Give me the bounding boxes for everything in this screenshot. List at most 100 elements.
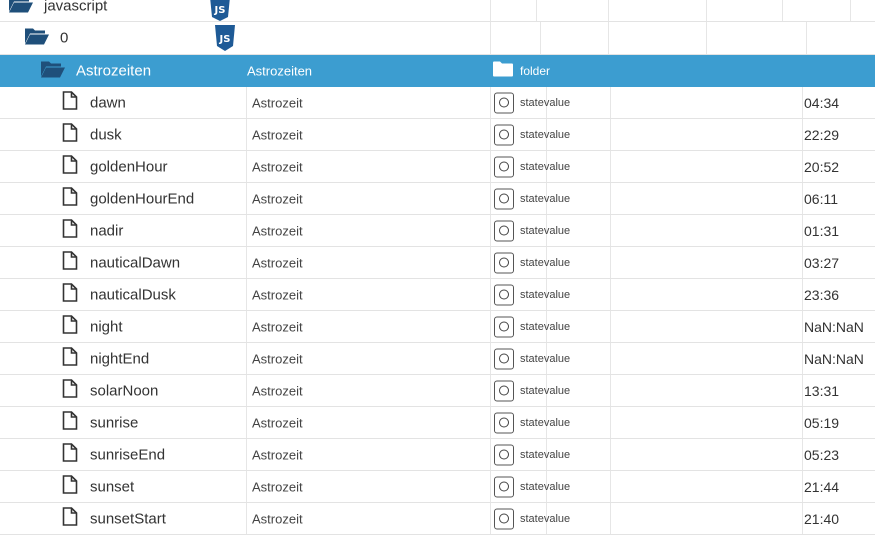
file-icon	[62, 410, 78, 435]
state-id: nightEnd	[90, 350, 150, 367]
state-id: dawn	[90, 94, 126, 111]
state-icon	[494, 156, 514, 177]
state-icon	[494, 124, 514, 145]
state-icon	[494, 220, 514, 241]
state-id: nauticalDusk	[90, 286, 176, 303]
file-icon	[62, 250, 78, 275]
file-icon	[62, 122, 78, 147]
state-name: Astrozeit	[252, 255, 303, 270]
folder-open-icon[interactable]	[8, 0, 34, 19]
state-row-sunsetStart[interactable]: sunsetStart Astrozeit statevalue 21:40	[0, 503, 875, 535]
state-role: statevalue	[520, 512, 571, 525]
file-icon	[62, 442, 78, 467]
state-value[interactable]: 13:31	[804, 383, 839, 399]
state-row-sunriseEnd[interactable]: sunriseEnd Astrozeit statevalue 05:23	[0, 439, 875, 471]
state-role: statevalue	[520, 320, 571, 333]
state-role: statevalue	[520, 192, 571, 205]
state-role: statevalue	[520, 128, 571, 141]
file-icon	[62, 474, 78, 499]
state-id: dusk	[90, 126, 122, 143]
state-value[interactable]: 05:23	[804, 447, 839, 463]
state-row-nauticalDawn[interactable]: nauticalDawn Astrozeit statevalue 03:27	[0, 247, 875, 279]
state-id: sunset	[90, 478, 135, 495]
state-name: Astrozeit	[252, 319, 303, 334]
state-icon	[494, 348, 514, 369]
state-id: nauticalDawn	[90, 254, 181, 271]
state-value[interactable]: 06:11	[804, 191, 838, 207]
tree-label: javascript	[44, 0, 108, 15]
folder-open-icon[interactable]	[40, 58, 66, 83]
state-value[interactable]: 03:27	[804, 255, 839, 271]
state-value[interactable]: 05:19	[804, 415, 839, 431]
state-role: statevalue	[520, 416, 571, 429]
state-name: Astrozeit	[252, 415, 303, 430]
state-value[interactable]: 22:29	[804, 127, 839, 143]
state-value[interactable]: 01:31	[804, 223, 839, 239]
folder-icon	[493, 60, 513, 81]
tree-label: 0	[60, 29, 69, 47]
state-row-dusk[interactable]: dusk Astrozeit statevalue 22:29	[0, 119, 875, 151]
state-icon	[494, 508, 514, 529]
tree-row-astrozeiten[interactable]: Astrozeiten Astrozeiten folder	[0, 55, 875, 87]
file-icon	[62, 90, 78, 115]
state-role: statevalue	[520, 224, 571, 237]
state-icon	[494, 316, 514, 337]
state-icon	[494, 444, 514, 465]
state-name: Astrozeit	[252, 159, 303, 174]
state-value[interactable]: NaN:NaN	[804, 319, 864, 335]
state-name: Astrozeit	[252, 223, 303, 238]
state-value[interactable]: 04:34	[804, 95, 839, 111]
state-name: Astrozeit	[252, 95, 303, 110]
state-role: statevalue	[520, 96, 571, 109]
state-id: night	[90, 318, 123, 335]
tree-row-instance[interactable]: 0 JS	[0, 22, 875, 55]
state-row-dawn[interactable]: dawn Astrozeit statevalue 04:34	[0, 87, 875, 119]
folder-open-icon[interactable]	[24, 26, 50, 51]
state-row-nightEnd[interactable]: nightEnd Astrozeit statevalue NaN:NaN	[0, 343, 875, 375]
state-row-sunrise[interactable]: sunrise Astrozeit statevalue 05:19	[0, 407, 875, 439]
state-name: Astrozeit	[252, 351, 303, 366]
state-id: sunsetStart	[90, 510, 166, 527]
state-row-sunset[interactable]: sunset Astrozeit statevalue 21:44	[0, 471, 875, 503]
state-value[interactable]: 21:40	[804, 511, 839, 527]
state-name: Astrozeit	[252, 383, 303, 398]
state-icon	[494, 380, 514, 401]
state-role: statevalue	[520, 288, 571, 301]
state-name: Astrozeit	[252, 447, 303, 462]
state-value[interactable]: 20:52	[804, 159, 839, 175]
file-icon	[62, 346, 78, 371]
state-row-night[interactable]: night Astrozeit statevalue NaN:NaN	[0, 311, 875, 343]
state-id: sunrise	[90, 414, 139, 431]
state-icon	[494, 188, 514, 209]
state-value[interactable]: 23:36	[804, 287, 839, 303]
state-row-goldenHourEnd[interactable]: goldenHourEnd Astrozeit statevalue 06:11	[0, 183, 875, 215]
state-id: goldenHourEnd	[90, 190, 195, 207]
state-role: statevalue	[520, 384, 571, 397]
state-row-nadir[interactable]: nadir Astrozeit statevalue 01:31	[0, 215, 875, 247]
file-icon	[62, 506, 78, 531]
state-name: Astrozeit	[252, 127, 303, 142]
tree-label: Astrozeiten	[76, 62, 152, 79]
state-role: statevalue	[520, 480, 571, 493]
tree-row-javascript[interactable]: javascript JS	[0, 0, 875, 22]
state-row-goldenHour[interactable]: goldenHour Astrozeit statevalue 20:52	[0, 151, 875, 183]
state-id: solarNoon	[90, 382, 159, 399]
state-id: nadir	[90, 222, 124, 239]
state-role: statevalue	[520, 352, 571, 365]
state-icon	[494, 412, 514, 433]
state-value[interactable]: NaN:NaN	[804, 351, 864, 367]
state-role: statevalue	[520, 256, 571, 269]
state-icon	[494, 252, 514, 273]
state-value[interactable]: 21:44	[804, 479, 839, 495]
object-name: Astrozeiten	[247, 63, 313, 78]
svg-text:JS: JS	[214, 5, 226, 16]
state-name: Astrozeit	[252, 479, 303, 494]
state-name: Astrozeit	[252, 511, 303, 526]
javascript-adapter-icon: JS	[213, 25, 237, 57]
file-icon	[62, 282, 78, 307]
state-row-nauticalDusk[interactable]: nauticalDusk Astrozeit statevalue 23:36	[0, 279, 875, 311]
file-icon	[62, 154, 78, 179]
object-type: folder	[520, 63, 551, 78]
state-row-solarNoon[interactable]: solarNoon Astrozeit statevalue 13:31	[0, 375, 875, 407]
state-id: goldenHour	[90, 158, 168, 175]
